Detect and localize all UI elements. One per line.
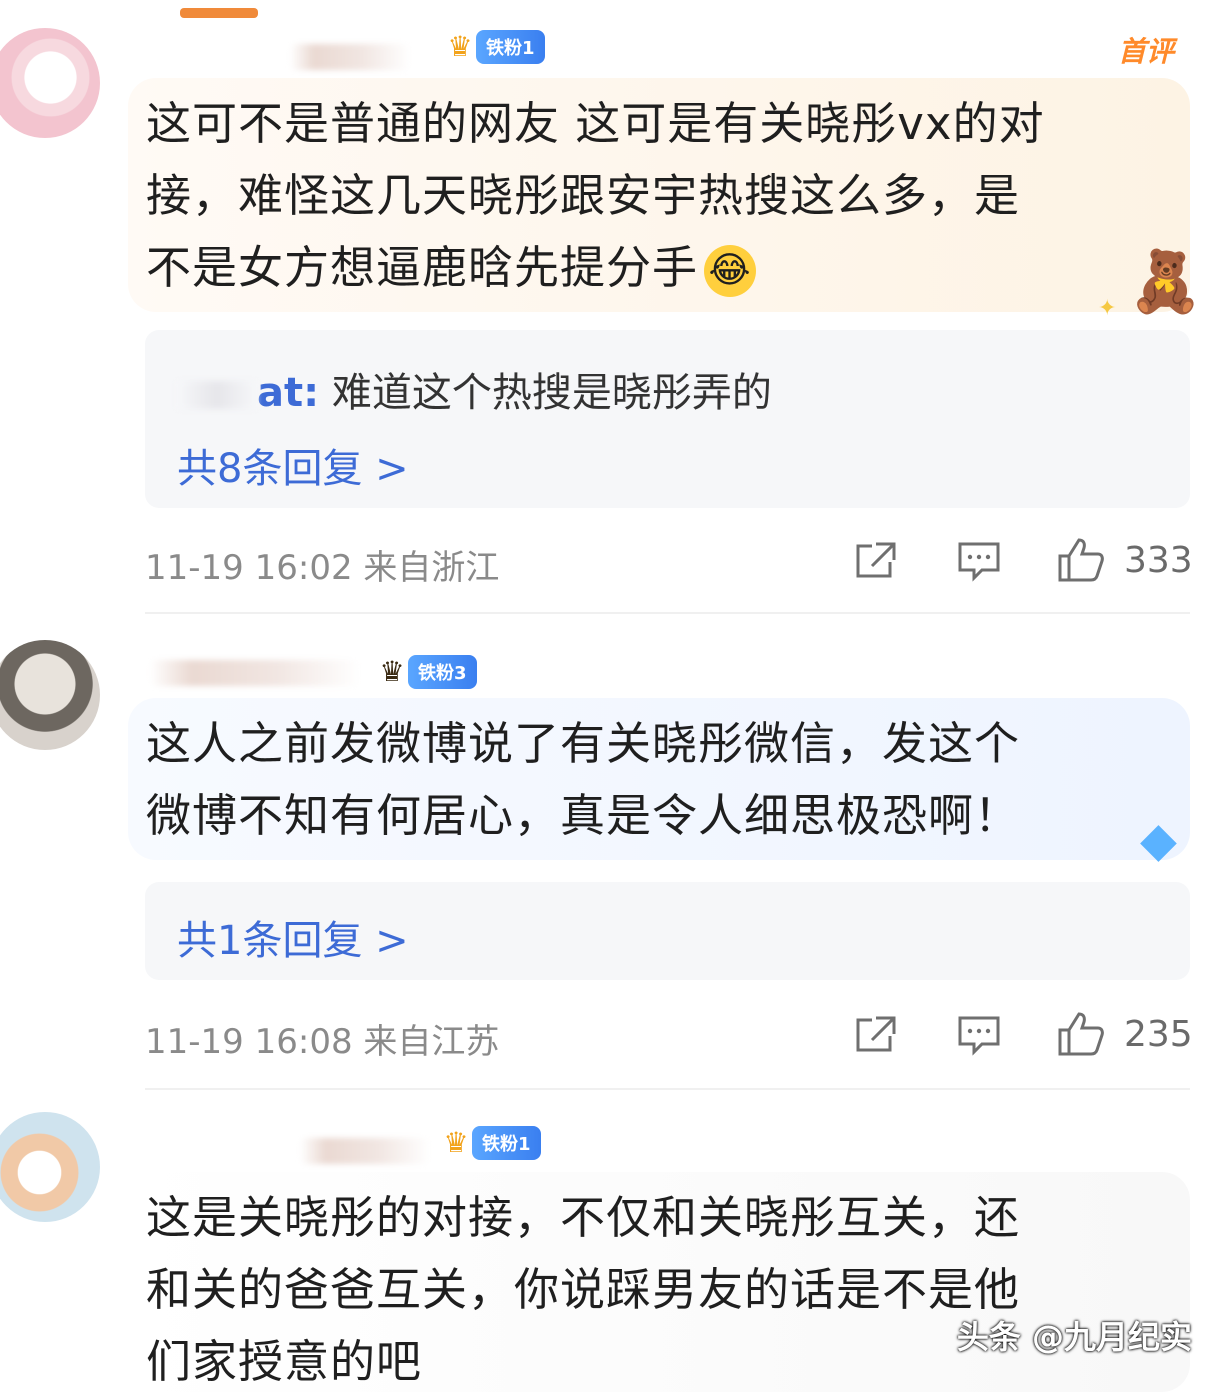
diamond-sticker-icon: ◆ xyxy=(1140,812,1177,868)
bear-sticker-icon: 🧸 xyxy=(1128,247,1203,317)
fan-badge: ♛ 铁粉3 xyxy=(372,655,477,689)
first-comment-tag: 首评 xyxy=(1117,35,1174,68)
comment-icon xyxy=(958,542,1000,582)
username-blurred[interactable] xyxy=(150,660,360,686)
comment-divider xyxy=(145,1088,1190,1090)
comment-text: 这可不是普通的网友 这可是有关晓彤vx的对 接，难怪这几天晓彤跟安宇热搜这么多，… xyxy=(128,78,1190,312)
like-button[interactable]: 235 xyxy=(1056,1010,1193,1058)
username-blurred[interactable] xyxy=(300,1138,430,1164)
crown-icon: ♛ xyxy=(447,30,473,63)
comment-text-line: 这是关晓彤的对接，不仅和关晓彤互关，还 xyxy=(146,1191,1021,1244)
reply-preview-box[interactable]: 共1条回复 > xyxy=(145,882,1190,980)
thumbs-up-icon xyxy=(1058,538,1104,582)
view-replies-link[interactable]: 共8条回复 > xyxy=(177,436,409,494)
share-icon xyxy=(856,542,896,578)
reply-button[interactable] xyxy=(956,540,1002,582)
comment-text: 这人之前发微博说了有关晓彤微信，发这个 微博不知有何居心，真是令人细思极恐啊！ xyxy=(128,698,1190,860)
username-blurred[interactable] xyxy=(290,44,410,70)
top-divider-stub xyxy=(180,8,258,18)
crown-icon: ♛ xyxy=(443,1126,469,1159)
comment-text-line: 微博不知有何居心，真是令人细思极恐啊！ xyxy=(146,789,1021,842)
fan-badge: ♛ 铁粉1 xyxy=(436,1126,541,1160)
share-icon xyxy=(856,1016,896,1052)
avatar[interactable] xyxy=(0,1112,100,1222)
comment-text-line: 接，难怪这几天晓彤跟安宇热搜这么多，是 xyxy=(146,169,1021,222)
reply-preview-text: 难道这个热搜是晓彤弄的 xyxy=(331,370,772,416)
fan-badge-label: 铁粉3 xyxy=(408,655,477,689)
reply-button[interactable] xyxy=(956,1014,1002,1056)
like-count: 235 xyxy=(1124,1013,1193,1055)
comment-text-line: 这人之前发微博说了有关晓彤微信，发这个 xyxy=(146,717,1021,770)
share-button[interactable] xyxy=(852,1014,898,1056)
share-button[interactable] xyxy=(852,540,898,582)
fan-badge-label: 铁粉1 xyxy=(476,30,545,64)
avatar[interactable] xyxy=(0,640,100,750)
comment-text: 这是关晓彤的对接，不仅和关晓彤互关，还 和关的爸爸互关，你说踩男友的话是不是他 … xyxy=(128,1172,1190,1392)
comment-text-line: 不是女方想逼鹿晗先提分手 xyxy=(146,241,699,294)
crown-icon: ♛ xyxy=(379,655,405,688)
reply-author-suffix: at: xyxy=(257,370,320,416)
comment-divider xyxy=(145,612,1190,614)
watermark: 头条 @九月纪实 xyxy=(956,1318,1192,1356)
reply-author[interactable]: at: xyxy=(177,370,319,416)
laughing-tears-emoji-icon: 😂 xyxy=(704,245,757,297)
sparkle-icon: ✦ xyxy=(1098,296,1117,321)
fan-badge-label: 铁粉1 xyxy=(472,1126,541,1160)
view-replies-link[interactable]: 共1条回复 > xyxy=(177,908,409,966)
thumbs-up-icon xyxy=(1058,1012,1104,1056)
comment-icon xyxy=(958,1016,1000,1056)
comment-meta: 11-19 16:08 来自江苏 xyxy=(145,1022,500,1062)
comment-text-line: 这可不是普通的网友 这可是有关晓彤vx的对 xyxy=(146,97,1045,150)
comment-meta: 11-19 16:02 来自浙江 xyxy=(145,548,500,588)
fan-badge: ♛ 铁粉1 xyxy=(440,30,545,64)
reply-preview-box[interactable]: at: 难道这个热搜是晓彤弄的 共8条回复 > xyxy=(145,330,1190,508)
reply-author-blurred xyxy=(177,381,257,409)
like-button[interactable]: 333 xyxy=(1056,536,1193,584)
reply-preview-line: at: 难道这个热搜是晓彤弄的 xyxy=(177,360,772,418)
avatar[interactable] xyxy=(0,28,100,138)
like-count: 333 xyxy=(1124,539,1193,581)
